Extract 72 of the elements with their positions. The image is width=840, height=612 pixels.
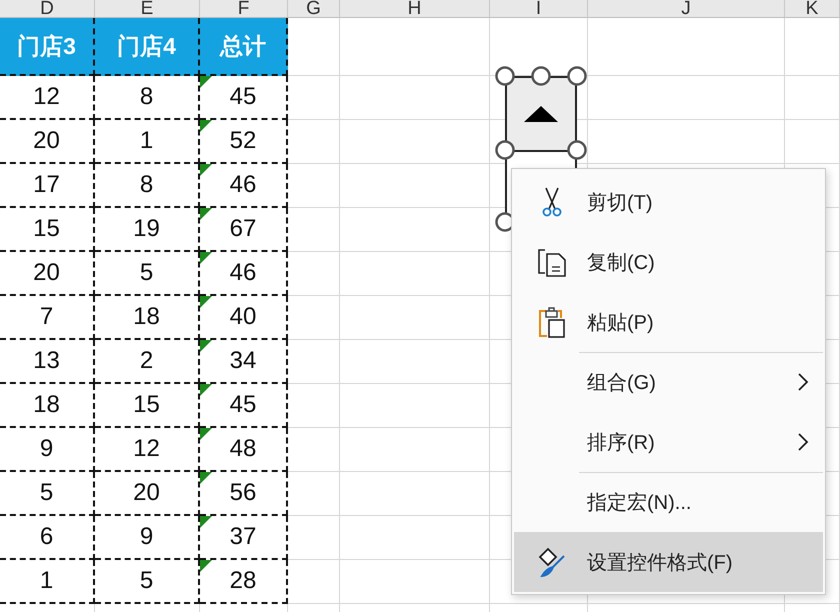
empty-cell [288, 296, 340, 340]
empty-cell [288, 208, 340, 252]
table-cell: 67 [230, 215, 256, 243]
empty-cell [288, 120, 340, 164]
table-cell: 5 [40, 479, 54, 507]
menu-item[interactable]: 组合(G) [514, 352, 823, 412]
empty-cell [288, 252, 340, 296]
table-cell: 37 [230, 523, 256, 551]
table-cell: 5 [140, 567, 154, 595]
table-cell: 12 [33, 83, 60, 111]
table-cell: 17 [33, 171, 60, 199]
table-cell: 8 [140, 83, 154, 111]
table-cell: 45 [230, 83, 256, 111]
table-cell: 46 [230, 171, 256, 199]
menu-item[interactable]: 剪切(T) [514, 172, 823, 232]
column-header[interactable]: H [340, 0, 490, 18]
copy-icon [536, 247, 566, 277]
table-cell: 1 [40, 567, 54, 595]
column-header[interactable]: F [200, 0, 288, 18]
up-arrow-icon [524, 106, 558, 122]
empty-cell [288, 428, 340, 472]
table-cell: 7 [40, 303, 54, 331]
table-cell: 15 [33, 215, 60, 243]
paste-icon [536, 306, 566, 338]
menu-item[interactable]: 粘贴(P) [514, 292, 823, 352]
table-cell: 1 [140, 127, 154, 155]
table-cell: 15 [133, 391, 160, 419]
table-cell: 12 [133, 435, 160, 463]
table-cell: 34 [230, 347, 256, 375]
table-cell: 20 [33, 127, 60, 155]
empty-cell [288, 472, 340, 516]
table-cell: 18 [133, 303, 160, 331]
table-cell: 9 [40, 435, 54, 463]
empty-cell [785, 76, 840, 120]
table-cell: 48 [230, 435, 256, 463]
table-cell: 19 [133, 215, 160, 243]
empty-cell [288, 384, 340, 428]
table-cell: 18 [33, 391, 60, 419]
empty-cell [288, 164, 340, 208]
table-cell: 8 [140, 171, 154, 199]
menu-item[interactable]: 复制(C) [514, 232, 823, 292]
column-header[interactable]: G [288, 0, 340, 18]
empty-cell [288, 76, 340, 120]
table-cell: 52 [230, 127, 256, 155]
menu-item[interactable]: 排序(R) [514, 412, 823, 472]
column-header[interactable]: I [490, 0, 588, 18]
empty-cell [288, 340, 340, 384]
selection-handles-drawing[interactable] [495, 66, 587, 232]
table-cell: 13 [33, 347, 60, 375]
column-header[interactable]: E [95, 0, 200, 18]
table-cell: 2 [140, 347, 154, 375]
table-cell: 40 [230, 303, 256, 331]
menu-item[interactable]: 指定宏(N)... [514, 472, 823, 532]
column-header[interactable]: K [785, 0, 840, 18]
column-header[interactable]: D [0, 0, 95, 18]
table-cell: 45 [230, 391, 256, 419]
table-header-cell: 门店3 [0, 18, 95, 76]
table-cell: 20 [33, 259, 60, 287]
table-cell: 28 [230, 567, 256, 595]
table-cell: 20 [133, 479, 160, 507]
column-header[interactable]: J [588, 0, 785, 18]
empty-cell [785, 120, 840, 164]
table-header-cell: 门店4 [95, 18, 200, 76]
table-header-cell: 总计 [200, 18, 288, 76]
table-cell: 9 [140, 523, 154, 551]
table-cell: 56 [230, 479, 256, 507]
menu-item[interactable]: 设置控件格式(F) [514, 532, 823, 592]
empty-cell [288, 560, 340, 604]
table-cell: 5 [140, 259, 154, 287]
empty-cell [288, 516, 340, 560]
table-cell: 46 [230, 259, 256, 287]
table-cell: 6 [40, 523, 54, 551]
